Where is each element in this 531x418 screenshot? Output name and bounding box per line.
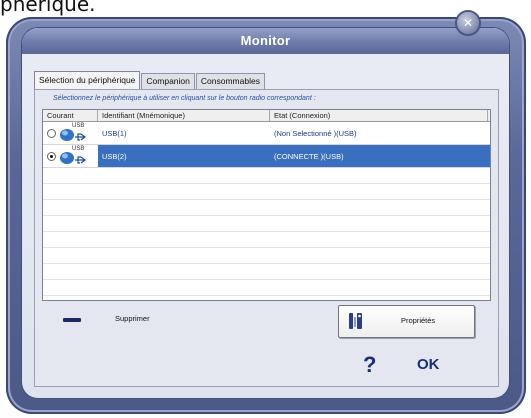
column-header-identifier[interactable]: Identifiant (Mnémonique) [98, 110, 270, 121]
device-radio[interactable] [47, 152, 56, 161]
empty-row [43, 184, 490, 200]
window-title: Monitor [22, 28, 509, 54]
empty-row [43, 216, 490, 232]
empty-row [43, 280, 490, 296]
current-cell: USB [43, 122, 98, 144]
identifier-cell: USB(2) [102, 152, 127, 161]
tab-bar: Sélection du périphérique Companion Cons… [34, 71, 266, 89]
empty-row [43, 200, 490, 216]
ok-button[interactable]: OK [417, 356, 440, 373]
empty-row [43, 168, 490, 184]
state-cell: (Non Selectionné )(USB) [274, 129, 357, 138]
tab-device-selection[interactable]: Sélection du périphérique [34, 71, 141, 89]
page-caption: phérique. [0, 0, 96, 16]
minus-icon [63, 318, 81, 322]
device-radio[interactable] [47, 129, 56, 138]
current-cell: USB [43, 145, 98, 167]
close-icon[interactable]: ✕ [457, 12, 479, 34]
column-header-state[interactable]: Etat (Connexion) [270, 110, 488, 121]
table-header: Courant Identifiant (Mnémonique) Etat (C… [43, 110, 490, 122]
wrench-icon [349, 313, 362, 329]
instructions-text: Sélectionnez le périphérique à utiliser … [53, 95, 316, 102]
identifier-cell: USB(1) [102, 129, 127, 138]
device-selection-panel: Sélectionnez le périphérique à utiliser … [34, 89, 499, 387]
delete-label: Supprimer [115, 314, 150, 323]
empty-row [43, 264, 490, 280]
help-button[interactable]: ? [363, 352, 376, 378]
state-cell: (CONNECTE )(USB) [274, 152, 344, 161]
properties-label: Propriétés [401, 316, 436, 325]
table-row[interactable]: USB USB(2) (CONNECTE )(USB) [43, 145, 490, 168]
empty-row [43, 248, 490, 264]
tab-companion[interactable]: Companion [141, 73, 195, 89]
usb-label: USB [72, 146, 85, 152]
tab-consumables[interactable]: Consommables [195, 73, 265, 89]
column-header-current[interactable]: Courant [43, 110, 98, 121]
device-table: Courant Identifiant (Mnémonique) Etat (C… [42, 109, 491, 301]
empty-row [43, 232, 490, 248]
monitor-window: Monitor Sélection du périphérique Compan… [22, 28, 509, 398]
properties-button[interactable]: Propriétés [338, 305, 475, 338]
usb-label: USB [72, 123, 85, 129]
table-row[interactable]: USB USB(1) (Non Selectionné )(USB) [43, 122, 490, 145]
